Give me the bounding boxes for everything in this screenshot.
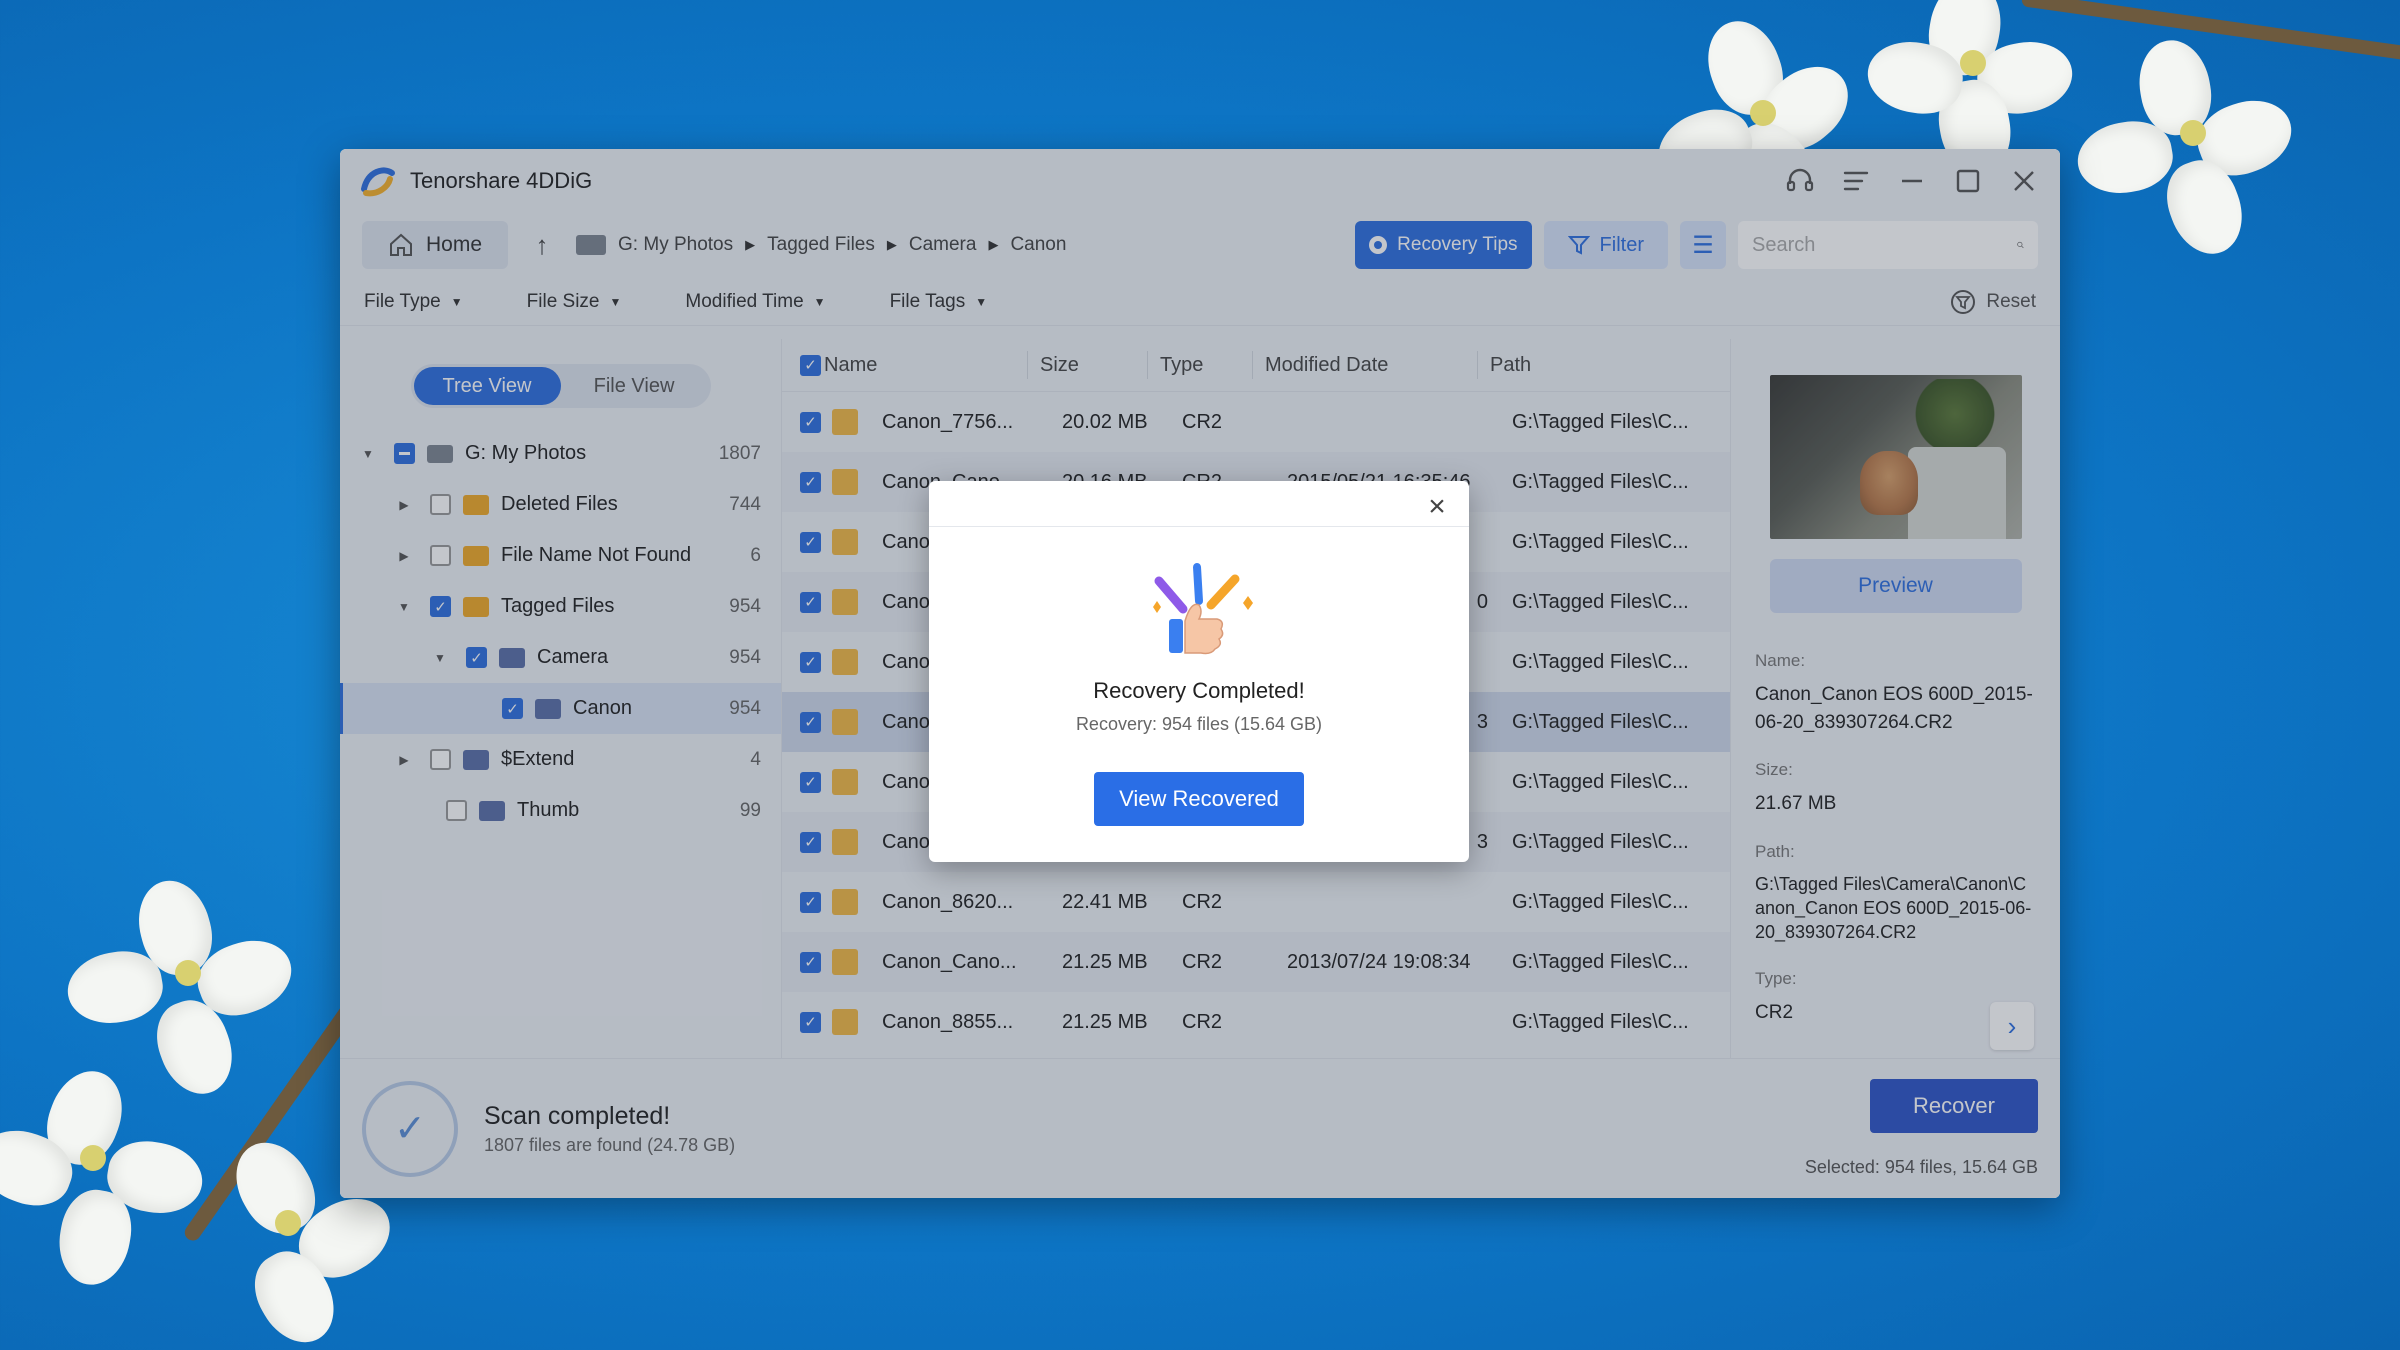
- thumbs-up-icon: [1139, 561, 1259, 661]
- view-recovered-button[interactable]: View Recovered: [1094, 772, 1304, 826]
- recovery-completed-dialog: × Recovery Completed! Recovery: 954 file…: [929, 481, 1469, 862]
- close-icon[interactable]: ×: [1421, 490, 1453, 523]
- dialog-title: Recovery Completed!: [1093, 678, 1305, 703]
- dialog-subtitle: Recovery: 954 files (15.64 GB): [1075, 714, 1323, 734]
